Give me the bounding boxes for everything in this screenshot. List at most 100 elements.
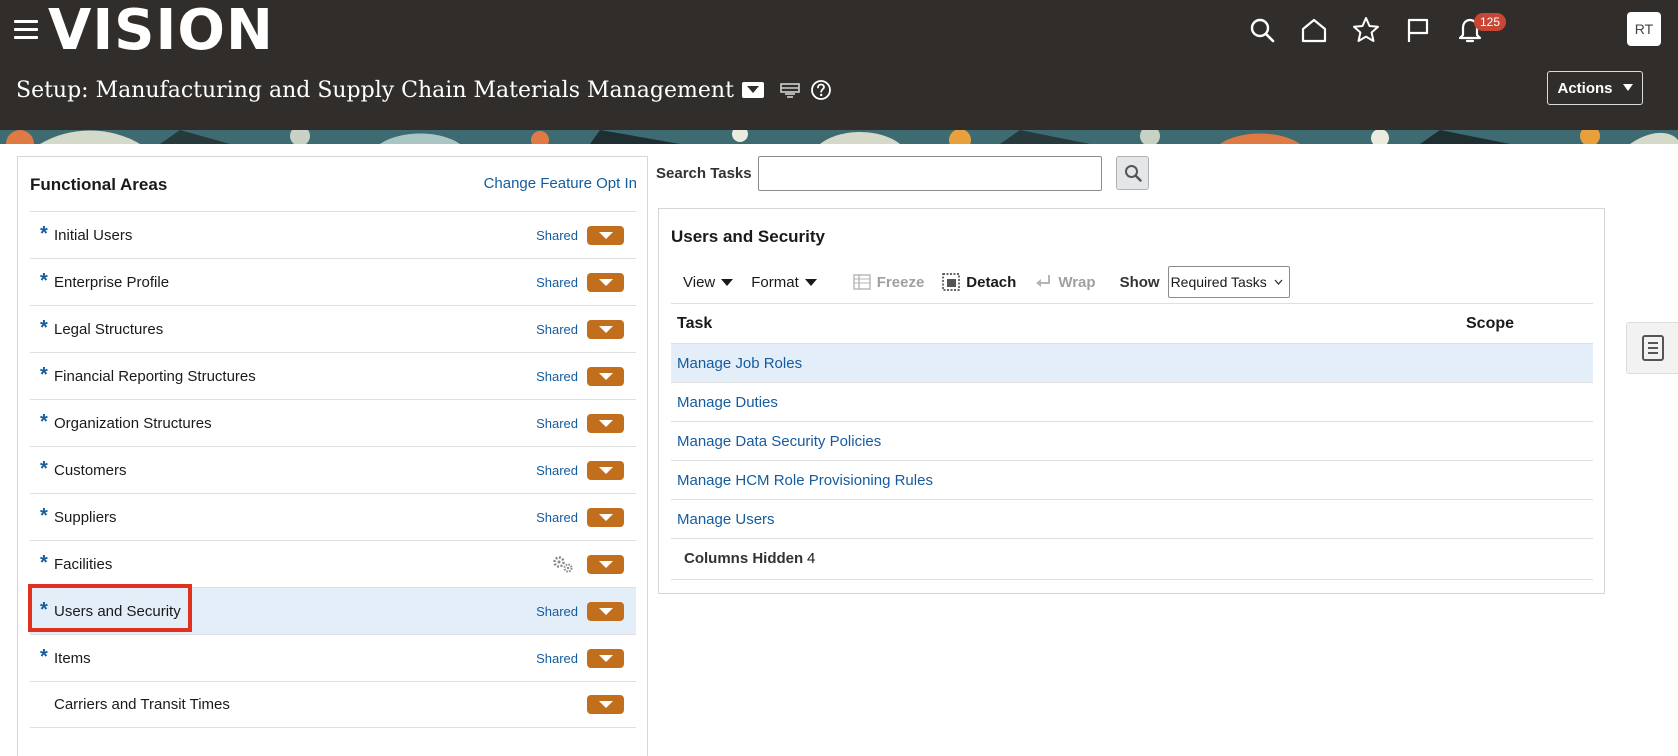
functional-area-label[interactable]: Financial Reporting Structures (54, 368, 256, 385)
shared-status: Shared (536, 462, 578, 478)
page-title-row: Setup: Manufacturing and Supply Chain Ma… (16, 72, 832, 108)
actions-button[interactable]: Actions (1547, 71, 1643, 105)
functional-area-customers[interactable]: * Customers Shared (30, 446, 636, 493)
task-link-manage-users[interactable]: Manage Users (677, 511, 775, 528)
functional-area-label[interactable]: Users and Security (54, 603, 181, 620)
chevron-down-icon (598, 231, 613, 239)
functional-areas-panel: Functional Areas Change Feature Opt In *… (17, 156, 648, 756)
row-dropdown-button[interactable] (587, 601, 624, 621)
table-row[interactable]: Manage Duties (671, 382, 1593, 421)
table-icon[interactable] (780, 81, 800, 99)
row-dropdown-button[interactable] (587, 460, 624, 480)
functional-area-facilities[interactable]: * Facilities (30, 540, 636, 587)
freeze-label: Freeze (876, 273, 925, 291)
functional-area-items[interactable]: * Items Shared (30, 634, 636, 681)
search-tasks-label: Search Tasks (656, 165, 752, 182)
functional-area-organization-structures[interactable]: * Organization Structures Shared (30, 399, 636, 446)
table-row[interactable]: Manage Users (671, 499, 1593, 538)
title-dropdown-icon[interactable] (741, 82, 764, 98)
functional-area-label[interactable]: Legal Structures (54, 321, 163, 338)
show-label: Show (1119, 273, 1160, 291)
row-dropdown-button[interactable] (587, 319, 624, 339)
table-row[interactable]: Manage Data Security Policies (671, 421, 1593, 460)
column-header-scope[interactable]: Scope (1466, 315, 1514, 333)
row-dropdown-button[interactable] (587, 272, 624, 292)
change-feature-opt-in-link[interactable]: Change Feature Opt In (484, 175, 637, 192)
decorative-banner (0, 130, 1678, 144)
table-toolbar: View Format Freeze Detach Wrap Show Requ… (671, 265, 1290, 299)
required-marker: * (40, 411, 48, 433)
functional-areas-list: * Initial Users Shared * Enterprise Prof… (30, 211, 636, 728)
required-marker: * (40, 599, 48, 621)
help-icon[interactable] (810, 79, 832, 101)
required-marker: * (40, 552, 48, 574)
notification-badge: 125 (1474, 13, 1507, 31)
search-tasks-button[interactable] (1116, 156, 1149, 190)
functional-area-financial-reporting-structures[interactable]: * Financial Reporting Structures Shared (30, 352, 636, 399)
freeze-button[interactable]: Freeze (853, 273, 925, 291)
chevron-down-icon (598, 560, 613, 568)
chevron-down-icon (598, 654, 613, 662)
row-dropdown-button[interactable] (587, 507, 624, 527)
functional-area-legal-structures[interactable]: * Legal Structures Shared (30, 305, 636, 352)
flag-icon[interactable] (1398, 10, 1438, 50)
column-header-task[interactable]: Task (677, 315, 712, 333)
chevron-down-icon (598, 419, 613, 427)
user-avatar[interactable]: RT (1627, 12, 1661, 46)
star-icon[interactable] (1346, 10, 1386, 50)
columns-hidden-count: 4 (807, 550, 816, 567)
functional-area-label[interactable]: Enterprise Profile (54, 274, 169, 291)
task-link-manage-duties[interactable]: Manage Duties (677, 394, 778, 411)
required-marker: * (40, 646, 48, 668)
functional-area-label[interactable]: Suppliers (54, 509, 117, 526)
functional-area-enterprise-profile[interactable]: * Enterprise Profile Shared (30, 258, 636, 305)
task-link-manage-hcm-role-provisioning-rules[interactable]: Manage HCM Role Provisioning Rules (677, 472, 933, 489)
chevron-down-icon (598, 513, 613, 521)
row-dropdown-button[interactable] (587, 413, 624, 433)
task-link-manage-data-security-policies[interactable]: Manage Data Security Policies (677, 433, 881, 450)
functional-area-suppliers[interactable]: * Suppliers Shared (30, 493, 636, 540)
tasks-panel-drawer-tab[interactable] (1626, 322, 1678, 374)
search-tasks-input[interactable] (758, 156, 1102, 191)
columns-hidden-footer: Columns Hidden 4 (671, 538, 1593, 580)
tasks-panel-icon (1641, 335, 1664, 361)
hamburger-icon[interactable] (14, 20, 38, 40)
table-row[interactable]: Manage HCM Role Provisioning Rules (671, 460, 1593, 499)
gear-icon[interactable] (552, 555, 574, 573)
functional-area-label[interactable]: Initial Users (54, 227, 132, 244)
functional-area-label[interactable]: Customers (54, 462, 127, 479)
row-dropdown-button[interactable] (587, 554, 624, 574)
functional-area-label[interactable]: Facilities (54, 556, 112, 573)
functional-area-carriers-and-transit-times[interactable]: Carriers and Transit Times (30, 681, 636, 728)
bell-icon[interactable]: 125 (1450, 10, 1507, 50)
detach-button[interactable]: Detach (942, 273, 1016, 291)
global-header: VISION 125 RT Setup: Manufacturing and S… (0, 0, 1678, 130)
shared-status: Shared (536, 227, 578, 243)
tasks-table: Task Scope Manage Job Roles Manage Dutie… (671, 303, 1593, 580)
required-marker: * (40, 223, 48, 245)
functional-area-label[interactable]: Carriers and Transit Times (54, 696, 230, 713)
home-icon[interactable] (1294, 10, 1334, 50)
functional-area-users-and-security[interactable]: * Users and Security Shared (30, 587, 636, 634)
app-logo[interactable]: VISION (48, 0, 274, 63)
chevron-down-icon (598, 372, 613, 380)
row-dropdown-button[interactable] (587, 648, 624, 668)
wrap-button[interactable]: Wrap (1034, 273, 1096, 291)
detach-label: Detach (966, 273, 1017, 291)
functional-area-label[interactable]: Organization Structures (54, 415, 212, 432)
row-dropdown-button[interactable] (587, 366, 624, 386)
chevron-down-icon (598, 278, 613, 286)
format-menu[interactable]: Format (751, 274, 817, 291)
search-icon[interactable] (1242, 10, 1282, 50)
row-dropdown-button[interactable] (587, 225, 624, 245)
wrap-icon (1036, 275, 1051, 287)
shared-status: Shared (536, 509, 578, 525)
view-menu[interactable]: View (683, 274, 734, 291)
required-marker: * (40, 270, 48, 292)
functional-area-label[interactable]: Items (54, 650, 91, 667)
table-row[interactable]: Manage Job Roles (671, 343, 1593, 382)
functional-area-initial-users[interactable]: * Initial Users Shared (30, 211, 636, 258)
row-dropdown-button[interactable] (587, 695, 624, 714)
task-link-manage-job-roles[interactable]: Manage Job Roles (677, 355, 802, 372)
show-select[interactable]: Required Tasks (1167, 266, 1290, 298)
